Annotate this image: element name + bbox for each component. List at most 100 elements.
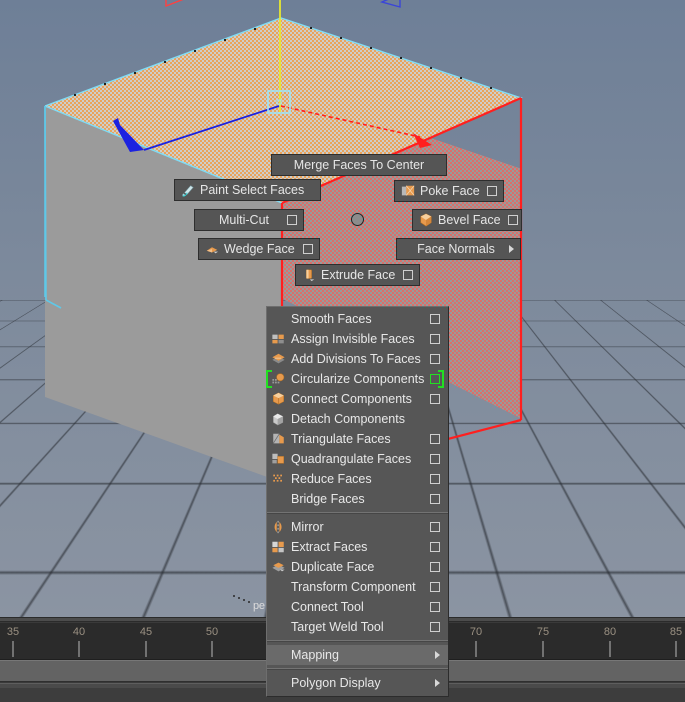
mm-label: Face Normals — [417, 241, 495, 256]
option-box[interactable] — [430, 354, 440, 364]
menu-item-circularize-components[interactable]: Circularize Components — [266, 369, 448, 389]
selection-bracket-right — [438, 370, 444, 388]
timeline-tick — [475, 641, 477, 657]
menu-item-label: Mapping — [291, 648, 339, 662]
timeline-tick — [145, 641, 147, 657]
icon-placeholder — [271, 648, 286, 662]
mm-label: Bevel Face — [438, 212, 501, 227]
mirror-icon — [274, 520, 282, 534]
quadrangulate-icon — [272, 453, 284, 464]
option-box[interactable] — [430, 494, 440, 504]
menu-item-extract-faces[interactable]: Extract Faces — [267, 537, 448, 557]
mm-label: Poke Face — [420, 183, 480, 198]
menu-item-target-weld-tool[interactable]: Target Weld Tool — [267, 617, 448, 637]
timeline-tick — [12, 641, 14, 657]
manipulator-z-axis — [113, 105, 280, 152]
menu-separator — [267, 512, 448, 514]
menu-item-detach-components[interactable]: Detach Components — [267, 409, 448, 429]
menu-item-assign-invisible-faces[interactable]: Assign Invisible Faces — [267, 329, 448, 349]
menu-item-label: Bridge Faces — [291, 492, 365, 506]
marking-menu-center-handle[interactable] — [351, 213, 364, 226]
duplicate-face-icon — [272, 562, 285, 572]
menu-item-label: Triangulate Faces — [291, 432, 391, 446]
menu-item-label: Add Divisions To Faces — [291, 352, 421, 366]
option-box[interactable] — [430, 314, 440, 324]
add-divisions-icon — [272, 353, 285, 364]
timeline-tick-label: 50 — [205, 626, 219, 638]
marking-menu-face-normals[interactable]: Face Normals — [396, 238, 521, 260]
menu-item-transform-component[interactable]: Transform Component — [267, 577, 448, 597]
option-box[interactable] — [487, 186, 497, 196]
menu-item-smooth-faces[interactable]: Smooth Faces — [267, 309, 448, 329]
timeline-tick-label: 75 — [536, 626, 550, 638]
option-box[interactable] — [430, 622, 440, 632]
timeline-tick-label: 85 — [669, 626, 683, 638]
option-box[interactable] — [430, 394, 440, 404]
option-box[interactable] — [430, 434, 440, 444]
menu-separator — [267, 640, 448, 642]
menu-item-label: Smooth Faces — [291, 312, 372, 326]
menu-item-triangulate-faces[interactable]: Triangulate Faces — [267, 429, 448, 449]
menu-item-label: Target Weld Tool — [291, 620, 384, 634]
extrude-icon — [306, 269, 315, 282]
menu-item-quadrangulate-faces[interactable]: Quadrangulate Faces — [267, 449, 448, 469]
option-box[interactable] — [430, 474, 440, 484]
paint-brush-icon — [182, 185, 194, 197]
option-box[interactable] — [430, 454, 440, 464]
option-box[interactable] — [287, 215, 298, 225]
manipulator-x-axis — [280, 105, 432, 148]
marking-menu-merge-faces-to-center[interactable]: Merge Faces To Center — [271, 154, 447, 176]
menu-item-duplicate-face[interactable]: Duplicate Face — [267, 557, 448, 577]
menu-item-connect-tool[interactable]: Connect Tool — [267, 597, 448, 617]
chevron-right-icon — [509, 245, 515, 253]
timeline-tick-label: 45 — [139, 626, 153, 638]
menu-item-mirror[interactable]: Mirror — [267, 517, 448, 537]
timeline-tick — [78, 641, 80, 657]
marking-menu-bevel-face[interactable]: Bevel Face — [412, 209, 522, 231]
polygon-context-menu[interactable]: Smooth Faces Assign Invisible Faces Add Di… — [266, 306, 449, 697]
option-box[interactable] — [303, 244, 313, 254]
menu-item-label: Circularize Components — [291, 372, 425, 386]
chevron-right-icon — [435, 679, 440, 687]
menu-item-label: Extract Faces — [291, 540, 368, 554]
icon-placeholder — [271, 600, 286, 614]
menu-item-label: Duplicate Face — [291, 560, 375, 574]
icon-placeholder — [271, 620, 286, 634]
menu-item-bridge-faces[interactable]: Bridge Faces — [267, 489, 448, 509]
marking-menu-wedge-face[interactable]: Wedge Face — [198, 238, 320, 260]
menu-item-label: Connect Components — [291, 392, 412, 406]
menu-item-label: Assign Invisible Faces — [291, 332, 415, 346]
invisible-faces-icon — [272, 334, 284, 344]
connect-components-icon — [272, 392, 285, 405]
option-box[interactable] — [430, 602, 440, 612]
marking-menu-poke-face[interactable]: Poke Face — [394, 180, 504, 202]
option-box[interactable] — [507, 215, 518, 225]
menu-item-connect-components[interactable]: Connect Components — [267, 389, 448, 409]
option-box[interactable] — [430, 582, 440, 592]
option-box[interactable] — [430, 542, 440, 552]
cube-left-edge — [44, 105, 62, 309]
menu-item-label: Connect Tool — [291, 600, 364, 614]
option-box[interactable] — [430, 334, 440, 344]
menu-item-label: Reduce Faces — [291, 472, 372, 486]
marking-menu-extrude-face[interactable]: Extrude Face — [295, 264, 420, 286]
menu-item-add-divisions-to-faces[interactable]: Add Divisions To Faces — [267, 349, 448, 369]
bevel-cube-icon — [420, 213, 432, 227]
option-box[interactable] — [430, 562, 440, 572]
marking-menu-multi-cut[interactable]: Multi-Cut — [194, 209, 304, 231]
menu-item-polygon-display[interactable]: Polygon Display — [267, 673, 448, 693]
timeline-tick — [675, 641, 677, 657]
menu-item-label: Polygon Display — [291, 676, 381, 690]
menu-item-mapping[interactable]: Mapping — [267, 645, 448, 665]
manipulator-center-handle — [267, 90, 291, 114]
option-box[interactable] — [403, 270, 413, 280]
icon-placeholder — [271, 676, 286, 690]
menu-item-reduce-faces[interactable]: Reduce Faces — [267, 469, 448, 489]
detach-icon — [272, 413, 284, 426]
marking-menu-paint-select-faces[interactable]: Paint Select Faces — [174, 179, 321, 201]
axis-arrow-outline-red — [165, 0, 184, 8]
mm-label: Extrude Face — [321, 267, 396, 282]
icon-placeholder — [271, 492, 286, 506]
option-box[interactable] — [430, 522, 440, 532]
viewport-dotted-ray — [233, 595, 250, 603]
